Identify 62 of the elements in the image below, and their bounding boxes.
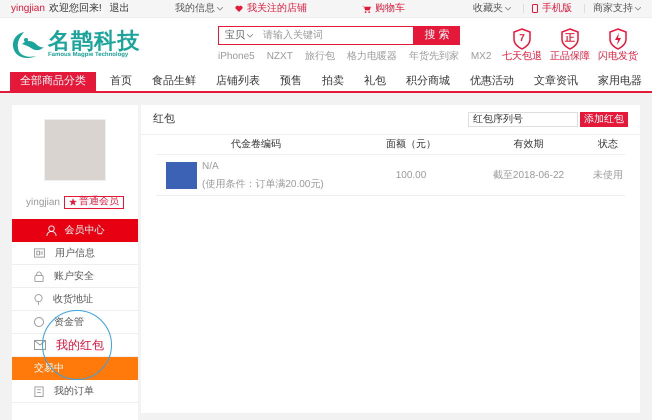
nav-link[interactable]: 预售 [280, 73, 302, 90]
nav-link[interactable]: 优惠活动 [470, 73, 514, 90]
lightning-shield-icon [608, 28, 628, 50]
guarantee-label: 正品保障 [550, 52, 590, 62]
clipboard-icon [34, 386, 44, 396]
sidebar-menu-item[interactable]: 会员中心 [12, 219, 138, 242]
voucher-image [166, 162, 197, 188]
table-cell-text: 未使用 [592, 168, 624, 182]
magpie-logo-icon [10, 30, 44, 60]
table-cell-text: 100.00 [394, 168, 428, 182]
nav-link[interactable]: 礼包 [364, 73, 386, 90]
location-pin-icon [34, 294, 43, 304]
star-icon [68, 198, 77, 206]
packet-code: N/A [202, 160, 220, 174]
top-bar-link[interactable]: 购物车 [375, 1, 405, 16]
nav-link[interactable]: 拍卖 [322, 73, 344, 90]
nav-link[interactable]: 家用电器 [598, 73, 642, 90]
phone-icon [532, 4, 538, 13]
caret-icon [217, 6, 223, 10]
envelope-icon [34, 340, 46, 350]
username-link[interactable]: yingjian [11, 1, 45, 16]
user-icon [46, 225, 56, 236]
column-header: 代金卷编码 [230, 138, 282, 152]
search-button[interactable]: 搜 索 [414, 26, 460, 45]
all-categories-button[interactable]: 全部商品分类 [10, 72, 96, 91]
coin-icon [34, 317, 44, 327]
nav-link[interactable]: 首页 [110, 73, 132, 90]
shield-badge: 7 [512, 28, 532, 50]
nav-link[interactable]: 食品生鲜 [152, 73, 196, 90]
add-packet-button[interactable]: 添加红包 [580, 112, 628, 127]
sidebar-username: yingjian [26, 196, 60, 210]
nav-link[interactable]: 文章资讯 [534, 73, 578, 90]
top-bar-link[interactable]: 手机版 [542, 1, 572, 16]
guarantee-label: 闪电发货 [598, 52, 638, 62]
logo-name: 名鹊科技 [48, 30, 140, 52]
top-bar-link[interactable]: 我的信息 [175, 1, 215, 16]
search-field[interactable]: 宝贝 请输入关键词 [218, 26, 414, 45]
column-header: 有效期 [512, 138, 544, 152]
usage-condition: (使用条件：订单满20.00元) [202, 178, 324, 192]
welcome-text: 欢迎您回来! [48, 2, 102, 16]
guarantee-label: 七天包退 [502, 52, 542, 62]
serial-number-field[interactable]: 红包序列号 [468, 112, 578, 127]
lock-icon [34, 270, 44, 282]
top-bar-link[interactable]: 收藏夹 [473, 1, 503, 16]
id-card-icon [34, 248, 45, 258]
column-header: 状态 [597, 138, 619, 152]
nav-link[interactable]: 积分商城 [406, 73, 450, 90]
page-title: 红包 [153, 112, 175, 128]
nav-link[interactable]: 店铺列表 [216, 73, 260, 90]
cart-icon [362, 4, 371, 12]
caret-icon [635, 6, 641, 10]
table-cell-text: 截至2018-06-22 [492, 168, 566, 182]
search-scope-dropdown[interactable]: 宝贝 [219, 28, 259, 43]
column-header: 面额（元） [385, 138, 437, 152]
caret-icon [247, 34, 253, 38]
logout-link[interactable]: 退出 [110, 1, 130, 16]
heart-icon [235, 5, 243, 12]
top-bar-link[interactable]: 商家支持 [593, 1, 633, 16]
avatar-photo-placeholder [44, 119, 106, 181]
top-bar-link[interactable]: 我关注的店铺 [247, 1, 307, 16]
shield-badge: 正 [560, 28, 580, 50]
caret-icon [505, 6, 511, 10]
